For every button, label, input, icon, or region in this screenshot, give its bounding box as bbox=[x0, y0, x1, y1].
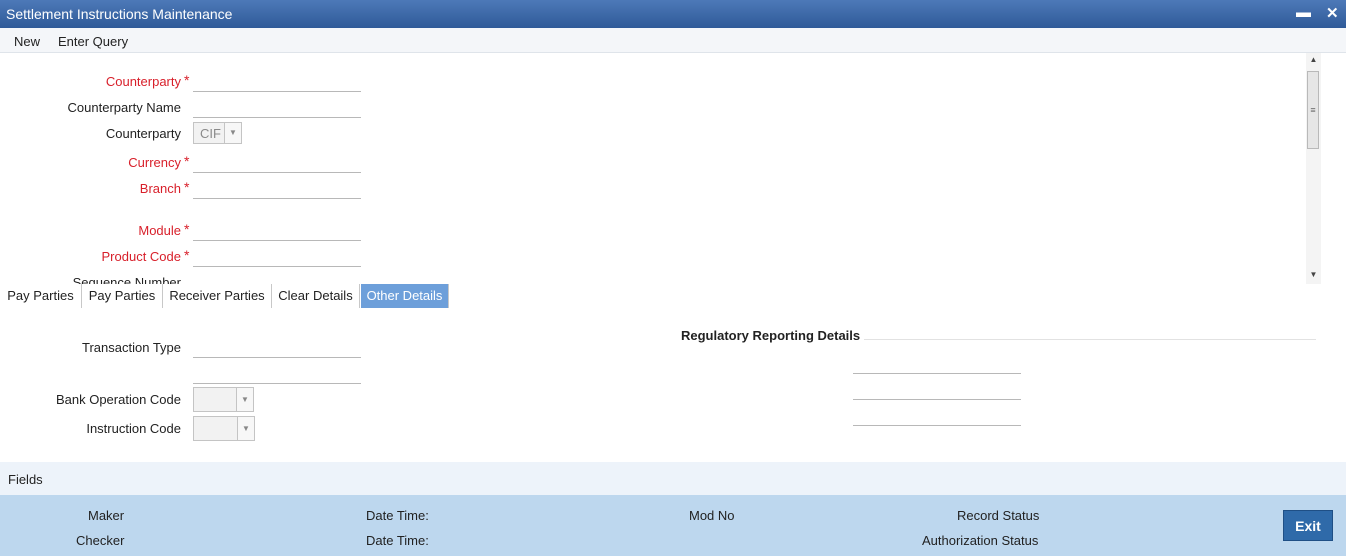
regulatory-field-2[interactable] bbox=[853, 381, 1021, 400]
audit-footer: Maker Checker Date Time: Date Time: Mod … bbox=[0, 495, 1346, 556]
instruction-code-select[interactable]: ▼ bbox=[193, 416, 255, 441]
bank-operation-code-select[interactable]: ▼ bbox=[193, 387, 254, 412]
sequence-number-label: Sequence Number bbox=[72, 275, 181, 284]
module-input[interactable] bbox=[193, 222, 361, 241]
transaction-type-input[interactable] bbox=[193, 339, 361, 358]
regulatory-field-1[interactable] bbox=[853, 355, 1021, 374]
maker-date-time-label: Date Time: bbox=[366, 508, 429, 523]
counterparty-type-value: CIF bbox=[200, 126, 221, 141]
record-status-label: Record Status bbox=[957, 508, 1040, 523]
minimize-icon[interactable]: ▬ bbox=[1296, 4, 1311, 21]
enter-query-menu-item[interactable]: Enter Query bbox=[58, 34, 128, 49]
tab-other-details[interactable]: Other Details bbox=[361, 284, 449, 308]
regulatory-field-3[interactable] bbox=[853, 407, 1021, 426]
section-divider bbox=[864, 339, 1316, 340]
close-icon[interactable]: ✕ bbox=[1326, 4, 1339, 22]
tab-clear-details[interactable]: Clear Details bbox=[272, 284, 360, 308]
new-menu-item[interactable]: New bbox=[14, 34, 40, 49]
counterparty-name-input[interactable] bbox=[193, 99, 361, 118]
scroll-down-icon[interactable]: ▼ bbox=[1306, 268, 1321, 282]
chevron-down-icon[interactable]: ▼ bbox=[236, 388, 253, 411]
detail-tabs: Pay Parties Pay Parties Receiver Parties… bbox=[0, 284, 1346, 308]
tab-pay-parties[interactable]: Pay Parties bbox=[0, 284, 82, 308]
title-bar: Settlement Instructions Maintenance ▬ ✕ bbox=[0, 0, 1346, 28]
header-form: Counterparty * Counterparty Name Counter… bbox=[0, 53, 1306, 284]
module-label: Module bbox=[138, 223, 181, 238]
counterparty-input[interactable] bbox=[193, 73, 361, 92]
fields-bar[interactable]: Fields bbox=[0, 462, 1346, 495]
currency-input[interactable] bbox=[193, 154, 361, 173]
branch-label: Branch bbox=[139, 181, 181, 196]
required-marker: * bbox=[184, 221, 190, 237]
window-title: Settlement Instructions Maintenance bbox=[6, 6, 233, 22]
required-marker: * bbox=[184, 153, 190, 169]
required-marker: * bbox=[184, 179, 190, 195]
scroll-up-icon[interactable]: ▲ bbox=[1306, 53, 1321, 67]
transaction-type-label: Transaction Type bbox=[82, 340, 181, 355]
maker-label: Maker bbox=[88, 508, 125, 523]
bank-operation-code-label: Bank Operation Code bbox=[55, 392, 181, 407]
authorization-status-label: Authorization Status bbox=[922, 533, 1039, 548]
required-marker: * bbox=[184, 72, 190, 88]
form-scrollbar[interactable]: ▲ ≡ ▼ bbox=[1306, 53, 1321, 284]
transaction-type-description-input[interactable] bbox=[193, 365, 361, 384]
instruction-code-label: Instruction Code bbox=[86, 421, 181, 436]
required-marker: * bbox=[184, 247, 190, 263]
checker-date-time-label: Date Time: bbox=[366, 533, 429, 548]
tab-receiver-parties[interactable]: Receiver Parties bbox=[163, 284, 272, 308]
product-code-label: Product Code bbox=[101, 249, 182, 264]
checker-label: Checker bbox=[76, 533, 125, 548]
mod-no-label: Mod No bbox=[689, 508, 735, 523]
chevron-down-icon[interactable]: ▼ bbox=[224, 123, 241, 143]
regulatory-reporting-header: Regulatory Reporting Details bbox=[681, 328, 861, 343]
currency-label: Currency bbox=[128, 155, 181, 170]
counterparty-type-label: Counterparty bbox=[105, 126, 181, 141]
scroll-thumb[interactable]: ≡ bbox=[1307, 71, 1319, 149]
counterparty-label: Counterparty bbox=[105, 74, 181, 89]
fields-label[interactable]: Fields bbox=[8, 472, 43, 487]
branch-input[interactable] bbox=[193, 180, 361, 199]
chevron-down-icon[interactable]: ▼ bbox=[237, 417, 254, 440]
tab-pay-parties-2[interactable]: Pay Parties bbox=[82, 284, 163, 308]
menu-bar: New Enter Query bbox=[0, 28, 1346, 53]
product-code-input[interactable] bbox=[193, 248, 361, 267]
exit-button[interactable]: Exit bbox=[1283, 510, 1333, 541]
counterparty-type-select[interactable]: CIF ▼ bbox=[193, 122, 242, 144]
counterparty-name-label: Counterparty Name bbox=[67, 100, 181, 115]
